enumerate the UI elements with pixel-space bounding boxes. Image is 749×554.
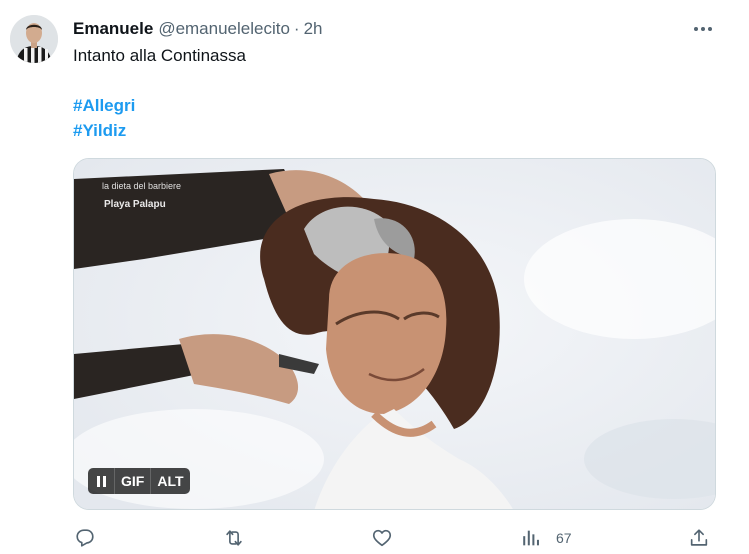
share-button[interactable] bbox=[688, 524, 710, 552]
avatar-image bbox=[10, 15, 58, 63]
hashtag-allegri[interactable]: #Allegri bbox=[73, 94, 135, 118]
reply-button[interactable] bbox=[74, 524, 96, 552]
pause-icon[interactable] bbox=[88, 468, 114, 494]
gif-badge: GIF bbox=[121, 473, 145, 489]
more-options-icon[interactable] bbox=[688, 18, 718, 40]
share-icon bbox=[690, 529, 708, 546]
tweet: Emanuele @emanuelelecito · 2h Intanto al… bbox=[0, 0, 749, 554]
retweet-icon bbox=[226, 530, 242, 546]
avatar[interactable] bbox=[10, 15, 58, 63]
like-button[interactable] bbox=[371, 524, 393, 552]
author-name[interactable]: Emanuele bbox=[73, 19, 153, 39]
tweet-text: Intanto alla Continassa bbox=[73, 46, 246, 65]
views-count: 67 bbox=[556, 530, 572, 546]
heart-icon bbox=[372, 529, 392, 547]
tweet-actions: 67 bbox=[0, 524, 749, 552]
author-handle[interactable]: @emanuelelecito bbox=[158, 19, 290, 39]
media-badges: GIF ALT bbox=[88, 468, 190, 494]
views-icon bbox=[523, 530, 539, 546]
tweet-header: Emanuele @emanuelelecito · 2h bbox=[73, 18, 323, 40]
gif-media[interactable]: la dieta del barbiere Playa Palapu bbox=[73, 158, 716, 510]
views-button[interactable]: 67 bbox=[520, 524, 572, 552]
alt-badge[interactable]: ALT bbox=[151, 468, 189, 494]
gif-frame: la dieta del barbiere Playa Palapu bbox=[74, 159, 715, 509]
retweet-button[interactable] bbox=[222, 524, 246, 552]
gif-overlay-caption: la dieta del barbiere bbox=[102, 181, 181, 191]
reply-icon bbox=[76, 529, 94, 547]
gif-overlay-location: Playa Palapu bbox=[104, 199, 166, 210]
header-separator: · bbox=[293, 19, 300, 38]
tweet-timestamp[interactable]: 2h bbox=[304, 19, 323, 39]
hashtag-yildiz[interactable]: #Yildiz bbox=[73, 119, 126, 143]
